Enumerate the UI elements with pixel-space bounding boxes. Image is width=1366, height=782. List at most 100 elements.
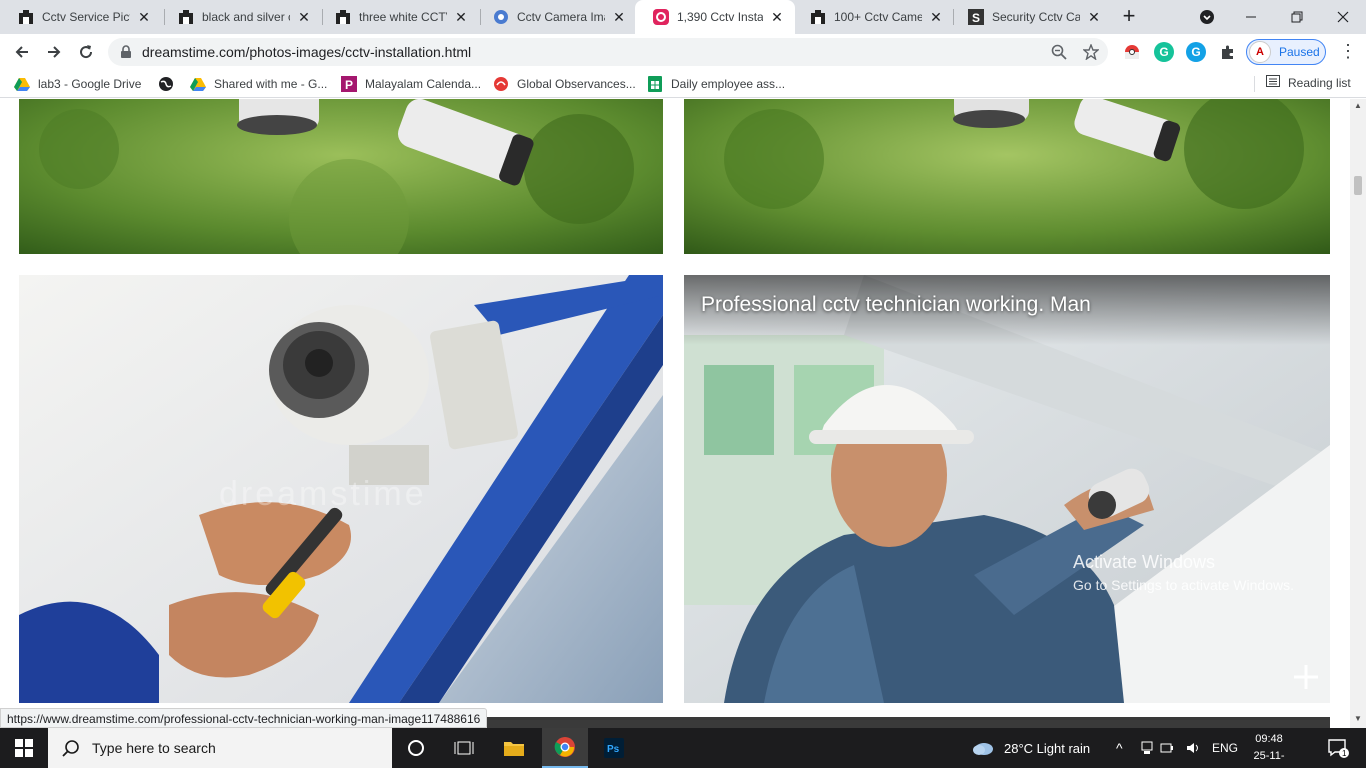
cortana-button[interactable]	[396, 728, 436, 768]
bookmark-star-icon[interactable]	[1082, 43, 1100, 61]
grammarly-go-extension-icon[interactable]: G	[1186, 42, 1206, 62]
tab-1[interactable]: Cctv Service Pictu ✕	[0, 0, 162, 34]
photo-cctv-cameras-greenery-2[interactable]	[684, 99, 1330, 254]
photo-caption: Professional cctv technician working. Ma…	[701, 293, 1091, 316]
close-icon[interactable]: ✕	[296, 9, 312, 25]
menu-kebab-icon[interactable]: ⋮	[1338, 42, 1358, 62]
chrome-icon	[554, 737, 575, 757]
chevron-up-icon[interactable]: ^	[1116, 728, 1123, 768]
tab-6[interactable]: 100+ Cctv Camer ✕	[792, 0, 954, 34]
close-icon[interactable]: ✕	[136, 9, 152, 25]
tab-7[interactable]: S Security Cctv Can ✕	[950, 0, 1112, 34]
notification-icon: 1	[1328, 739, 1349, 758]
tab-2[interactable]: black and silver c ✕	[160, 0, 322, 34]
google-drive-icon	[14, 76, 30, 92]
plus-icon[interactable]	[1292, 663, 1320, 691]
start-button[interactable]	[0, 728, 48, 768]
new-tab-button[interactable]: +	[1118, 5, 1140, 28]
lock-icon[interactable]	[120, 45, 132, 64]
photoshop-taskbar-button[interactable]: Ps	[594, 728, 634, 768]
tab-title: Cctv Camera Imag	[517, 10, 605, 24]
tab-title: black and silver c	[202, 10, 290, 24]
tab-title: 1,390 Cctv Installa	[677, 10, 763, 24]
task-view-icon	[454, 741, 474, 755]
tab-title: Security Cctv Can	[992, 10, 1080, 24]
weather-text[interactable]: 28°C Light rain	[1004, 728, 1090, 768]
bookmark-item-globe[interactable]	[158, 75, 182, 93]
volume-icon[interactable]	[1184, 728, 1204, 768]
istock-icon	[653, 9, 669, 25]
notification-center-button[interactable]: 1	[1318, 728, 1358, 768]
tab-5-active[interactable]: 1,390 Cctv Installa ✕	[635, 0, 795, 34]
clock-time: 09:48	[1255, 733, 1283, 745]
svg-text:1: 1	[1342, 749, 1347, 758]
bookmark-item-malayalam[interactable]: P Malayalam Calenda...	[341, 75, 481, 93]
weather-icon[interactable]	[970, 728, 996, 768]
task-view-button[interactable]	[444, 728, 484, 768]
bookmark-item-global-observances[interactable]: Global Observances...	[493, 75, 636, 93]
photo-cctv-cameras-greenery-1[interactable]	[19, 99, 663, 254]
extensions-puzzle-icon[interactable]	[1218, 42, 1238, 62]
clock-date: 25-11-2021	[1253, 750, 1285, 779]
minimize-button[interactable]	[1228, 0, 1274, 34]
taskbar-search-box[interactable]: Type here to search	[48, 728, 392, 768]
page-scrollbar[interactable]: ▲ ▼	[1350, 99, 1366, 728]
dreamstime-icon	[18, 9, 34, 25]
close-icon[interactable]: ✕	[611, 9, 627, 25]
tab-3[interactable]: three white CCTV ✕	[317, 0, 479, 34]
svg-text:P: P	[345, 78, 353, 92]
photo-dome-camera-installation[interactable]: dreamstime	[19, 275, 663, 703]
avatar: A	[1249, 41, 1271, 63]
pokeball-extension-icon[interactable]	[1122, 42, 1142, 62]
tab-strip: Cctv Service Pictu ✕ black and silver c …	[0, 0, 1366, 34]
watermark: dreamstime	[219, 475, 427, 513]
language-indicator[interactable]: ENG	[1212, 728, 1238, 768]
reading-list-button[interactable]: Reading list	[1266, 75, 1351, 90]
file-explorer-button[interactable]	[492, 728, 536, 768]
bookmark-item-shared[interactable]: Shared with me - G...	[190, 75, 327, 93]
profile-paused-button[interactable]: A Paused	[1246, 39, 1326, 65]
reload-button[interactable]	[72, 38, 100, 66]
cortana-circle-icon	[408, 740, 424, 756]
address-bar[interactable]: dreamstime.com/photos-images/cctv-instal…	[108, 38, 1108, 66]
shutterstock-icon: S	[968, 9, 984, 25]
search-icon	[62, 740, 79, 757]
scroll-down-icon[interactable]: ▼	[1354, 715, 1362, 723]
observances-icon	[493, 76, 509, 92]
dreamstime-icon	[810, 9, 826, 25]
photoshop-icon: Ps	[604, 738, 624, 758]
network-icon[interactable]	[1138, 728, 1156, 768]
bookmark-label: Shared with me - G...	[214, 77, 328, 91]
forward-button[interactable]	[40, 38, 68, 66]
battery-icon[interactable]	[1158, 728, 1176, 768]
system-clock[interactable]: 09:48 25-11-2021	[1244, 731, 1294, 782]
bookmark-label: Daily employee ass...	[671, 77, 786, 91]
p-icon: P	[341, 76, 357, 92]
zoom-icon[interactable]	[1050, 43, 1068, 61]
windows-taskbar: Type here to search Ps 28°C Light rain ^…	[0, 728, 1366, 779]
tab-title: Cctv Service Pictu	[42, 10, 130, 24]
close-icon[interactable]: ✕	[1086, 9, 1102, 25]
url-text[interactable]: dreamstime.com/photos-images/cctv-instal…	[142, 44, 471, 60]
close-window-button[interactable]	[1320, 0, 1366, 34]
bookmark-label: Malayalam Calenda...	[365, 77, 482, 91]
restore-button[interactable]	[1274, 0, 1320, 34]
photo-cctv-technician-working[interactable]: Professional cctv technician working. Ma…	[684, 275, 1330, 703]
reading-list-icon	[1266, 75, 1280, 90]
globe-icon	[158, 76, 174, 92]
chrome-taskbar-button[interactable]	[542, 728, 588, 768]
scroll-thumb[interactable]	[1354, 176, 1362, 195]
tab-title: 100+ Cctv Camer	[834, 10, 922, 24]
bookmark-item-lab3[interactable]: lab3 - Google Drive	[14, 75, 141, 93]
bookmark-item-daily-employee[interactable]: Daily employee ass...	[647, 75, 785, 93]
google-drive-icon	[190, 76, 206, 92]
tab-search-icon[interactable]	[1184, 0, 1230, 34]
close-icon[interactable]: ✕	[928, 9, 944, 25]
bookmark-label: Global Observances...	[517, 77, 636, 91]
tab-4[interactable]: Cctv Camera Imag ✕	[475, 0, 637, 34]
close-icon[interactable]: ✕	[769, 9, 785, 25]
close-icon[interactable]: ✕	[453, 9, 469, 25]
scroll-up-icon[interactable]: ▲	[1354, 102, 1362, 110]
grammarly-extension-icon[interactable]: G	[1154, 42, 1174, 62]
back-button[interactable]	[8, 38, 36, 66]
